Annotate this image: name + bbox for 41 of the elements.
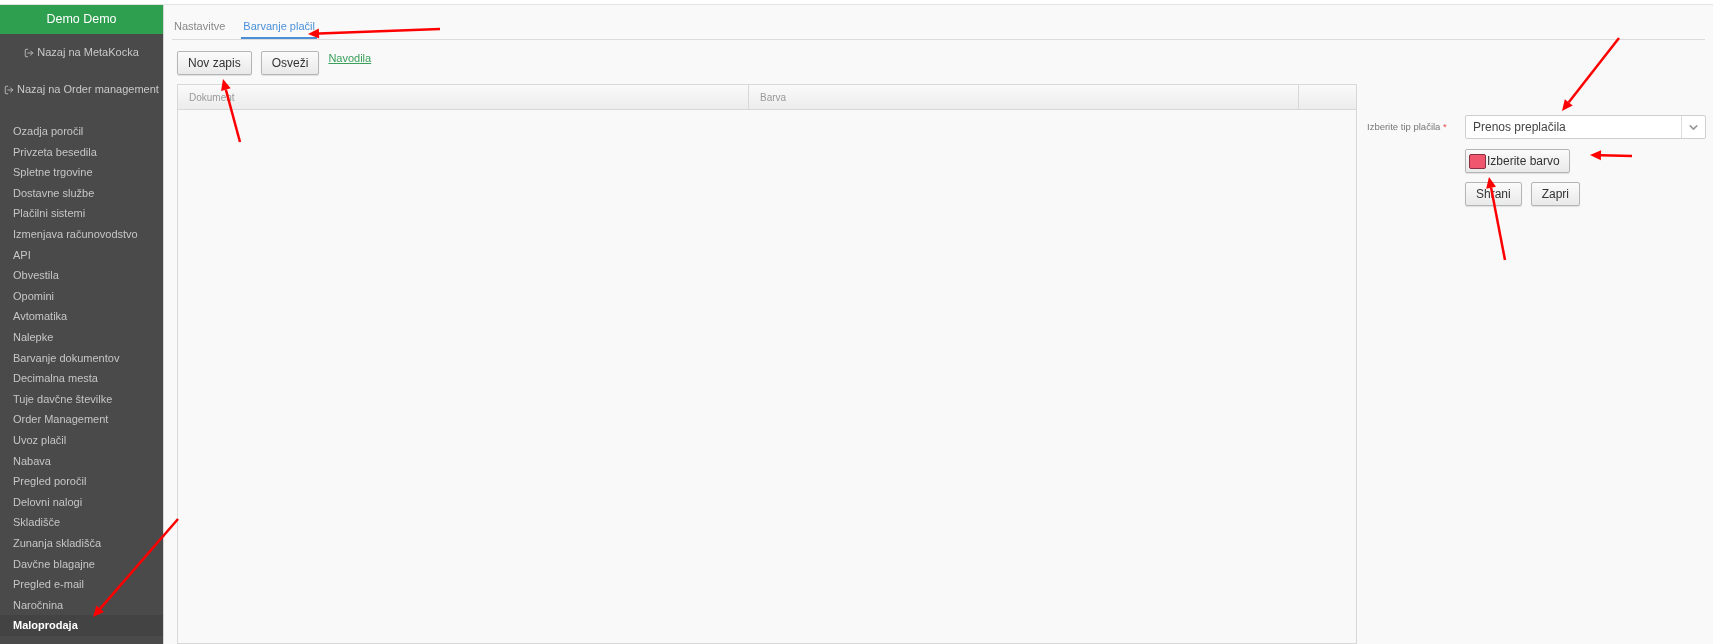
sidebar-item[interactable]: Nalepke [0,326,163,348]
toolbar-button[interactable]: Nov zapis [177,51,252,75]
sidebar-item[interactable]: Pregled e-mail [0,574,163,595]
back-link[interactable]: Nazaj na Order management [4,81,159,98]
sidebar-item[interactable]: Maloprodaja [0,615,163,636]
sidebar-item[interactable]: Opomini [0,285,163,307]
sidebar-item[interactable]: Skladišče [0,512,163,533]
sidebar-item[interactable]: Obvestila [0,265,163,286]
sidebar-item[interactable]: Spletne trgovine [0,162,163,183]
sidebar-item[interactable]: Zunanja skladišča [0,532,163,554]
sidebar-item[interactable]: API [0,244,163,266]
toolbar-button[interactable]: Osveži [260,51,320,75]
form-button[interactable]: Zapri [1530,182,1581,206]
required-mark: * [1443,120,1447,132]
sidebar-item[interactable]: Davčne blagajne [0,553,163,575]
back-link[interactable]: Nazaj na MetaKocka [24,44,139,61]
sidebar-item[interactable]: Plačilni sistemi [0,203,163,224]
column-header: Barva [749,85,1299,109]
color-picker-button[interactable]: Izberite barvo [1465,149,1570,173]
sidebar-item[interactable]: Uvoz plačil [0,429,163,451]
sidebar-item[interactable]: Decimalna mesta [0,368,163,389]
sidebar-item[interactable]: Nabava [0,450,163,472]
annotation-arrow [1590,150,1633,161]
sidebar-item[interactable]: Delovni nalogi [0,491,163,513]
sidebar-item[interactable]: Privzeta besedila [0,141,163,163]
tab[interactable]: Nastavitve [172,15,228,39]
sidebar-item[interactable]: Order Management [0,409,163,430]
sidebar-item[interactable]: Avtomatika [0,306,163,327]
app-title: Demo Demo [0,5,163,34]
sidebar-item[interactable]: Barvanje dokumentov [0,347,163,369]
field-label: Izberite tip plačila * [1367,119,1448,134]
sidebar-item[interactable]: Naročnina [0,594,163,616]
sidebar-item[interactable]: Pregled poročil [0,471,163,492]
sidebar-item[interactable]: Dostavne službe [0,182,163,204]
sidebar-item[interactable]: Tuje davčne številke [0,388,163,410]
help-link[interactable]: Navodila [328,50,372,67]
exit-icon [24,47,35,58]
sidebar-item[interactable]: Ozadja poročil [0,121,163,142]
payment-type-select[interactable]: Prenos preplačila [1465,115,1706,139]
exit-icon [4,84,15,95]
sidebar-item[interactable]: Izmenjava računovodstvo [0,223,163,245]
